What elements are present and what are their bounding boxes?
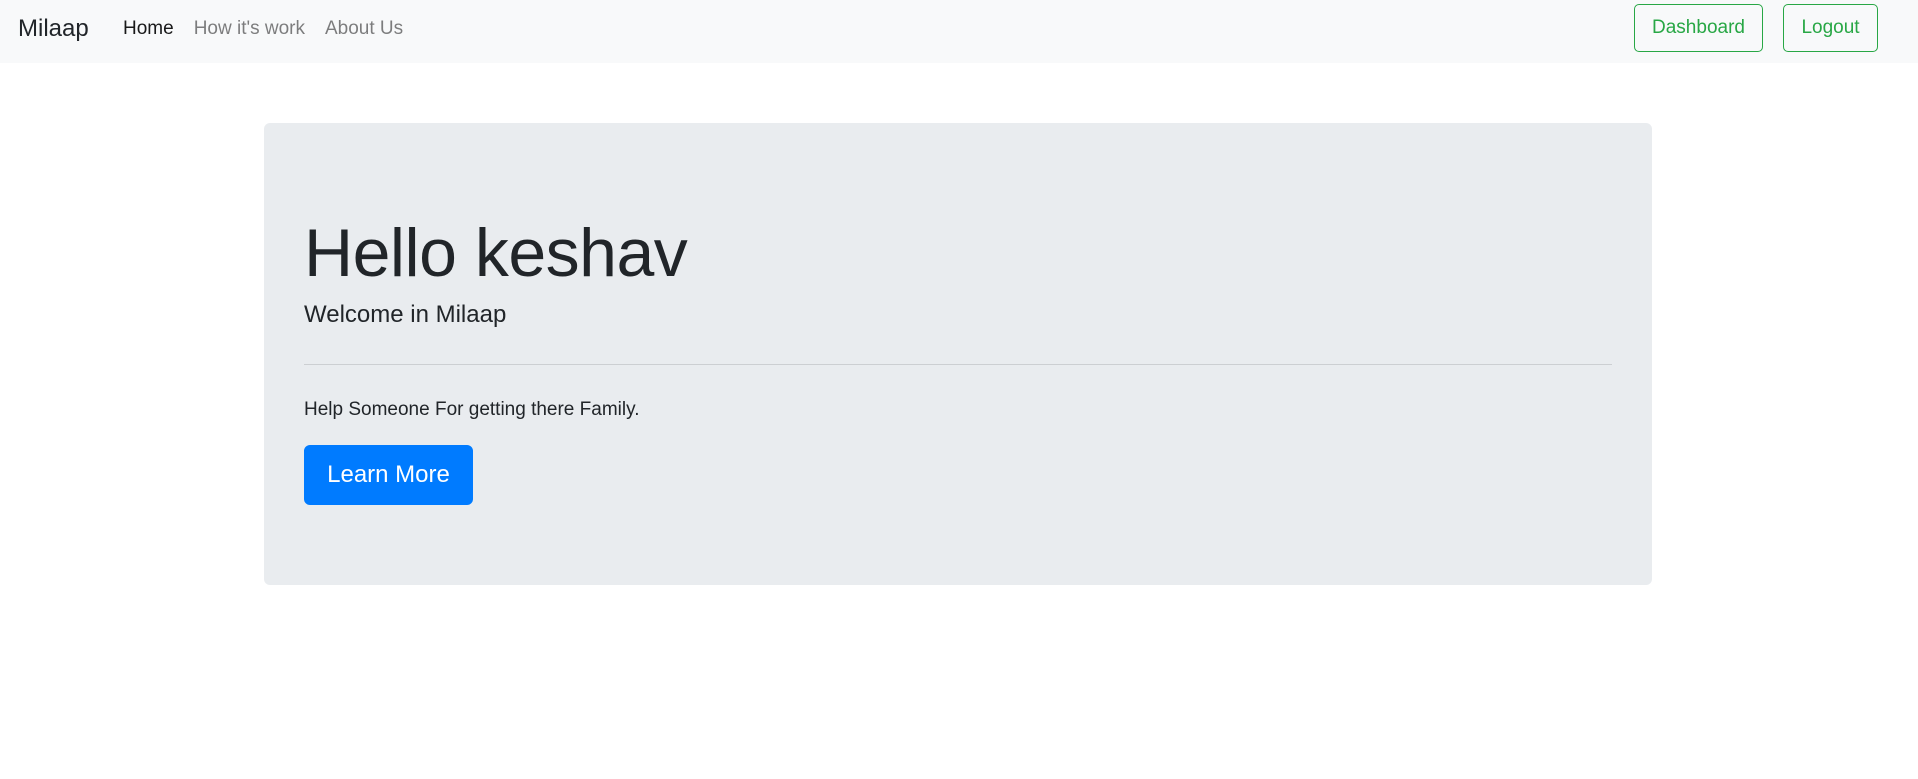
learn-more-button[interactable]: Learn More xyxy=(304,445,473,505)
help-text: Help Someone For getting there Family. xyxy=(304,399,640,420)
dashboard-button[interactable]: Dashboard xyxy=(1634,4,1763,52)
welcome-jumbotron: Hello keshav Welcome in Milaap Help Some… xyxy=(264,123,1652,585)
greeting-heading: Hello keshav xyxy=(304,215,688,291)
welcome-lead: Welcome in Milaap xyxy=(304,301,507,328)
logout-button[interactable]: Logout xyxy=(1783,4,1878,52)
nav-link-how-it-works[interactable]: How it's work xyxy=(194,16,305,42)
nav-links: Home How it's work About Us xyxy=(123,16,423,42)
brand-link[interactable]: Milaap xyxy=(18,14,89,44)
nav-link-home[interactable]: Home xyxy=(123,16,174,42)
divider xyxy=(304,364,1612,365)
nav-link-about-us[interactable]: About Us xyxy=(325,16,403,42)
top-navbar: Milaap Home How it's work About Us Dashb… xyxy=(0,0,1918,63)
